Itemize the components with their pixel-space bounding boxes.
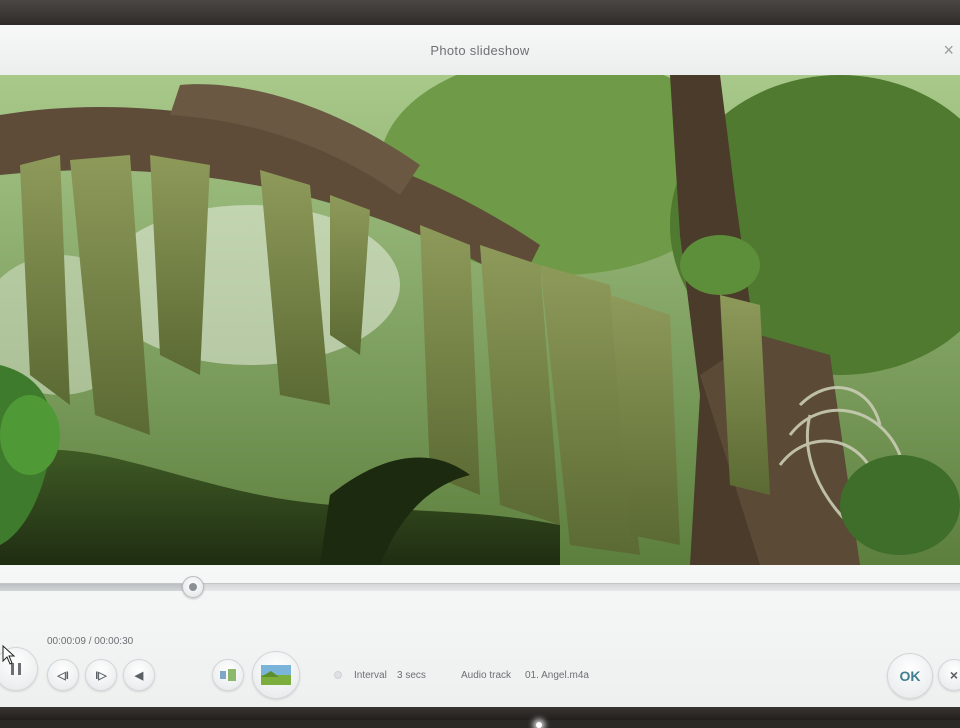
photo-preview-icon bbox=[261, 665, 291, 685]
photo-preview-button[interactable] bbox=[252, 651, 300, 699]
volume-button[interactable]: ◀ bbox=[123, 659, 155, 691]
speaker-icon: ◀ bbox=[134, 669, 144, 682]
audio-track-label: Audio track bbox=[461, 670, 512, 681]
light-reflection bbox=[536, 722, 542, 728]
next-button[interactable]: I▷ bbox=[85, 659, 117, 691]
mouse-cursor-icon bbox=[2, 645, 16, 665]
cancel-icon: × bbox=[949, 667, 959, 683]
slide-photo bbox=[0, 75, 960, 565]
interval-value[interactable]: 3 secs bbox=[397, 670, 426, 681]
seek-bar-played bbox=[0, 584, 192, 591]
audio-track-value[interactable]: 01. Angel.m4a bbox=[525, 670, 589, 681]
seek-knob[interactable] bbox=[182, 576, 204, 598]
interval-label: Interval bbox=[354, 670, 387, 681]
slide-settings-button[interactable] bbox=[212, 659, 244, 691]
slideshow-window: Photo slideshow × 00:00:09 / 00:00:30 ◁I… bbox=[0, 25, 960, 728]
total-time: 00:00:30 bbox=[94, 636, 134, 647]
playback-time: 00:00:09 / 00:00:30 bbox=[47, 636, 133, 647]
cancel-button[interactable]: × bbox=[938, 659, 960, 691]
ok-button[interactable]: OK bbox=[887, 653, 933, 699]
elapsed-time: 00:00:09 bbox=[47, 636, 86, 647]
window-close-icon[interactable]: × bbox=[943, 41, 954, 59]
jungle-photo-image bbox=[0, 75, 960, 565]
title-bar: Photo slideshow × bbox=[0, 25, 960, 76]
desktop-background-bottom bbox=[0, 706, 960, 720]
previous-button[interactable]: ◁I bbox=[47, 659, 79, 691]
interval-indicator-dot bbox=[334, 671, 342, 679]
slideshow-controls: 00:00:09 / 00:00:30 ◁I I▷ ◀ Interval 3 s… bbox=[0, 565, 960, 728]
next-icon: I▷ bbox=[95, 669, 107, 682]
ok-button-label: OK bbox=[899, 668, 921, 684]
seek-bar[interactable] bbox=[0, 576, 960, 598]
slides-icon bbox=[220, 669, 236, 681]
window-title: Photo slideshow bbox=[430, 43, 530, 58]
prev-icon: ◁I bbox=[57, 669, 69, 682]
desktop-background-top bbox=[0, 0, 960, 26]
